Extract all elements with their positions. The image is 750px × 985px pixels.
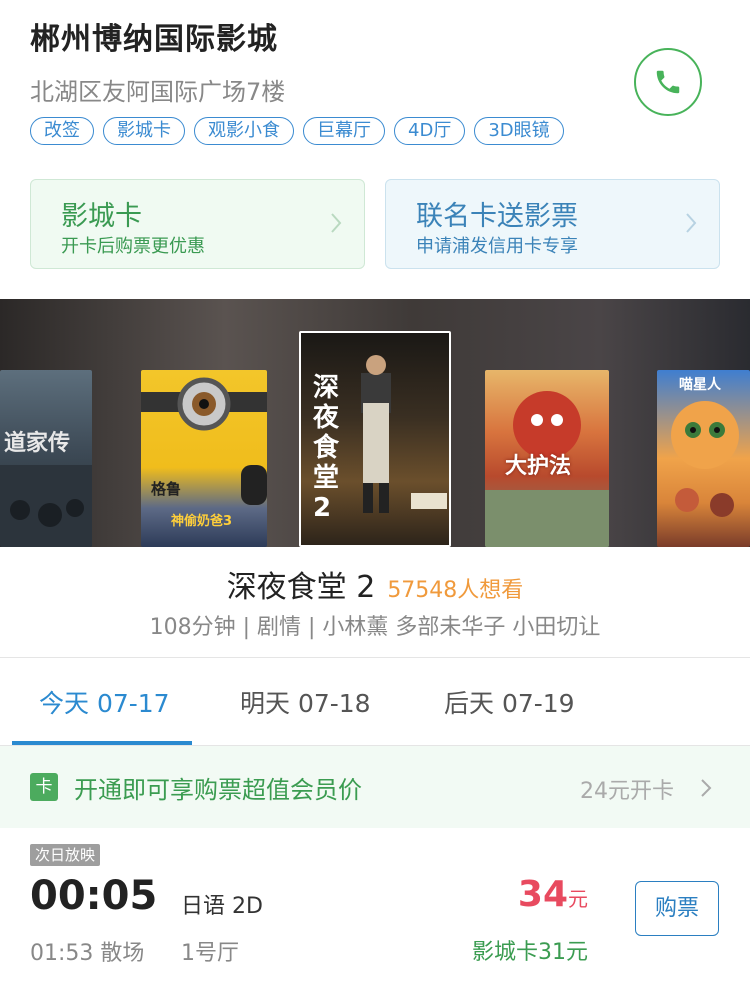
- cinema-card-promo[interactable]: 影城卡 开卡后购票更优惠: [30, 179, 365, 269]
- tab-tomorrow[interactable]: 明天 07-18: [240, 684, 371, 720]
- movie-poster[interactable]: 大护法: [485, 370, 609, 547]
- chevron-right-icon: [701, 779, 712, 797]
- divider: [0, 657, 750, 658]
- phone-button[interactable]: [634, 48, 702, 116]
- show-time: 00:05: [30, 873, 158, 919]
- movie-title-row: 深夜食堂 2 57548人想看: [0, 562, 750, 606]
- tab-today[interactable]: 今天 07-17: [39, 684, 170, 720]
- next-day-badge: 次日放映: [30, 844, 101, 866]
- feature-tags: 改签 影城卡 观影小食 巨幕厅 4D厅 3D眼镜: [30, 117, 564, 145]
- poster-art: [0, 465, 92, 547]
- poster-title: 道家传: [4, 431, 71, 456]
- movie-title: 深夜食堂 2: [226, 570, 376, 605]
- promo-subtitle: 开卡后购票更优惠: [61, 236, 205, 257]
- cinema-name: 郴州博纳国际影城: [30, 22, 278, 57]
- end-time: 01:53 散场: [30, 941, 145, 966]
- membership-price: 24元开卡: [580, 779, 674, 804]
- want-count: 57548人想看: [387, 578, 524, 603]
- tag-snacks[interactable]: 观影小食: [194, 117, 294, 145]
- movie-meta: 108分钟 | 剧情 | 小林薰 多部未华子 小田切让: [149, 615, 601, 640]
- movie-poster[interactable]: 格鲁 神偷奶爸3: [141, 370, 267, 547]
- tag-3d-glasses[interactable]: 3D眼镜: [474, 117, 564, 145]
- tag-imax[interactable]: 巨幕厅: [303, 117, 385, 145]
- tag-4d[interactable]: 4D厅: [394, 117, 466, 145]
- movie-poster[interactable]: 道家传: [0, 370, 92, 547]
- movie-poster-carousel[interactable]: 道家传 格鲁 神偷奶爸3 深夜食堂2 大护法 喵星人: [0, 299, 750, 547]
- price-unit: 元: [568, 887, 588, 911]
- poster-title: 深夜食堂2: [313, 373, 340, 523]
- membership-text: 开通即可享购票超值会员价: [74, 776, 362, 804]
- tag-cinema-card[interactable]: 影城卡: [103, 117, 185, 145]
- movie-poster[interactable]: 喵星人: [657, 370, 750, 547]
- poster-title: 喵星人: [679, 377, 721, 393]
- co-brand-card-promo[interactable]: 联名卡送影票 申请浦发信用卡专享: [385, 179, 720, 269]
- tab-day-after[interactable]: 后天 07-19: [444, 684, 575, 720]
- language-format: 日语 2D: [181, 894, 263, 919]
- cinema-address: 北湖区友阿国际广场7楼: [30, 78, 286, 106]
- member-card-price: 影城卡31元: [472, 940, 588, 965]
- price-value: 34: [517, 874, 568, 915]
- poster-title: 大护法: [505, 454, 572, 479]
- promo-title: 联名卡送影票: [416, 201, 578, 232]
- phone-icon: [656, 70, 680, 94]
- poster-title: 神偷奶爸3: [171, 514, 233, 529]
- tag-reschedule[interactable]: 改签: [30, 117, 94, 145]
- movie-poster-selected[interactable]: 深夜食堂2: [299, 331, 451, 547]
- promo-subtitle: 申请浦发信用卡专享: [416, 236, 578, 257]
- promo-title: 影城卡: [61, 201, 142, 232]
- buy-ticket-button[interactable]: 购票: [635, 881, 719, 936]
- chevron-right-icon: [331, 213, 342, 233]
- card-badge-icon: 卡: [30, 773, 58, 801]
- hall-number: 1号厅: [181, 941, 239, 966]
- poster-art: [671, 401, 739, 517]
- chevron-right-icon: [686, 213, 697, 233]
- ticket-price: 34元: [500, 874, 588, 915]
